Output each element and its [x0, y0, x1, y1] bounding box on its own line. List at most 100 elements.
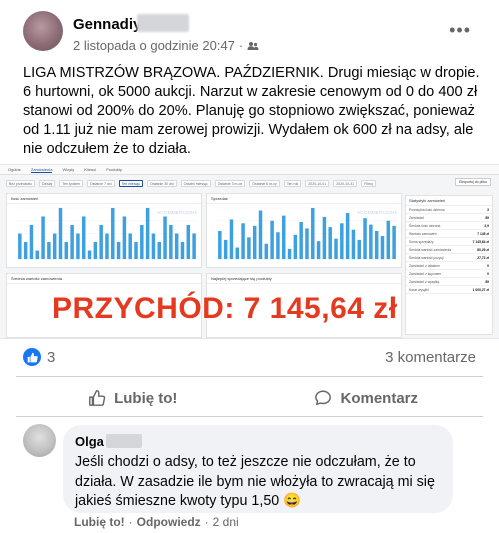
chart-bar	[151, 233, 156, 260]
stats-title: Statystyki zamówień	[406, 196, 492, 206]
chart-bar	[316, 241, 321, 260]
image-filter-pill: Dzisiaj	[38, 179, 56, 187]
chart-bar	[351, 229, 356, 260]
commenter-name[interactable]: Olga	[75, 434, 104, 449]
facebook-post: Gennadiy 2 listopada o godzinie 20:47 · …	[0, 0, 499, 533]
reaction-count: 3	[47, 348, 56, 366]
chart-bar	[105, 233, 109, 260]
stat-row: Średnia wartość pozycji 27,72 zł	[406, 254, 492, 262]
stat-value: 27,72 zł	[477, 255, 489, 260]
stats-panel: Statystyki zamówień Przeciętna ilość dzi…	[405, 195, 493, 335]
chart-bar	[29, 225, 34, 260]
chart-bar	[140, 225, 144, 260]
chart-bar	[64, 242, 69, 260]
chart-bar	[122, 216, 127, 260]
chart-watermark: eCOMMERCESHOP	[357, 210, 397, 216]
like-button[interactable]: Lubię to!	[16, 380, 250, 416]
post-meta: 2 listopada o godzinie 20:47 ·	[73, 38, 259, 53]
chart-bar	[264, 243, 269, 260]
reactions-summary[interactable]: 3	[23, 346, 55, 368]
chart-bar	[328, 227, 332, 260]
stat-value: 80,29 zł	[477, 247, 489, 252]
image-filter-pill: Ostatnie 3 m-ce	[214, 179, 246, 187]
chart-bar	[229, 219, 234, 260]
orders-panel: Ilość zamówień eCOMMERCESHOP	[6, 193, 204, 268]
image-filter-pill: Ostatnie 30 dni	[147, 179, 177, 187]
comment-reply-link[interactable]: Odpowiedz	[137, 515, 201, 529]
chart-bar	[192, 233, 196, 260]
chart-bar	[380, 236, 385, 260]
post-timestamp[interactable]: 2 listopada o godzinie 20:47	[73, 38, 235, 53]
author-avatar[interactable]	[23, 11, 63, 51]
chart-bar	[235, 247, 240, 260]
chart-bar	[252, 225, 257, 260]
chart-bar	[276, 232, 280, 260]
chart-bar	[70, 225, 74, 260]
stat-value: 2,9	[484, 223, 489, 228]
chart-bar	[58, 207, 63, 260]
comment-icon	[315, 390, 332, 406]
stat-row: Zamówień z rabatem 0	[406, 262, 492, 270]
image-filter-pill: Bez przedziału	[6, 179, 35, 187]
author-name[interactable]: Gennadiy	[73, 16, 141, 33]
like-button-label: Lubię to!	[114, 389, 178, 407]
comment-actions: Lubię to! · Odpowiedz · 2 dni	[74, 515, 239, 529]
comment-button[interactable]: Komentarz	[250, 380, 484, 416]
image-filter-pill: Ostatnie 6 m-cy	[249, 179, 280, 187]
more-options-icon[interactable]: •••	[449, 20, 471, 41]
stat-label: Zamówień z rabatem	[409, 263, 440, 268]
dot-separator: ·	[238, 38, 244, 53]
comment-like-link[interactable]: Lubię to!	[74, 515, 125, 529]
chart-bar	[93, 242, 98, 260]
chart-bar	[52, 233, 57, 260]
stat-value: 0	[487, 271, 489, 276]
comment-button-label: Komentarz	[340, 389, 418, 407]
stat-row: Zamówień z kuponem 0	[406, 270, 492, 278]
stat-value: 0	[487, 263, 489, 268]
chart-bar	[180, 242, 185, 260]
chart-bar	[386, 220, 391, 260]
chart-bar	[357, 239, 361, 260]
author-surname-redaction	[137, 14, 189, 32]
stat-label: Średnia ilość dzienna	[409, 223, 441, 228]
stat-value: 1 000,27 zł	[472, 287, 489, 292]
chart-bar	[35, 250, 40, 260]
friends-icon	[247, 41, 259, 50]
products-panel-title: Najlepiej sprzedające się produkty	[207, 274, 401, 284]
stat-label: Koszt wysyłki	[409, 287, 429, 292]
chart-bar	[369, 224, 373, 260]
stat-label: Zamówień	[409, 215, 425, 220]
image-filter-bar: Bez przedziału Dzisiaj Ten tydzień Ostatnie…	[0, 177, 499, 189]
sales-chart: eCOMMERCESHOP	[216, 207, 404, 260]
chart-bar	[23, 242, 28, 260]
comment-age[interactable]: 2 dni	[213, 515, 239, 529]
image-tab: Zamówienia	[30, 167, 53, 173]
image-tabs: Ogólne Zamówienia Wizyty Klienci Produkty	[8, 167, 122, 173]
stat-label: Przeciętna ilość dzienna	[409, 207, 445, 212]
comments-count-link[interactable]: 3 komentarze	[385, 349, 476, 366]
stat-row: Koszt wysyłki 1 000,27 zł	[406, 286, 492, 294]
commenter-avatar[interactable]	[23, 424, 56, 457]
chart-bar	[174, 233, 179, 260]
chart-watermark: eCOMMERCESHOP	[157, 210, 197, 216]
stat-row: Suma sprzedaży 7 145,64 zł	[406, 238, 492, 246]
sales-panel-title: Sprzedaż	[207, 194, 401, 204]
chart-bar	[374, 230, 379, 260]
dot-separator: ·	[128, 515, 133, 529]
stat-label: Zamówień z wysyłką	[409, 279, 440, 284]
chart-bar	[241, 223, 245, 260]
chart-bar	[363, 218, 367, 260]
image-filter-pill: Ostatnie 7 dni	[87, 179, 115, 187]
image-tab: Wizyty	[62, 167, 75, 172]
chart-bar	[281, 215, 286, 260]
orders-panel-title: Ilość zamówień	[7, 194, 201, 204]
chart-bar	[99, 225, 103, 260]
comment-bubble: Olga Jeśli chodzi o adsy, to też jeszcze…	[63, 425, 453, 513]
chart-bar	[116, 242, 121, 260]
divider-bottom	[16, 416, 483, 417]
chart-bar	[247, 237, 251, 260]
stat-value: 7 145,64 zł	[472, 239, 489, 244]
chart-bar	[145, 207, 150, 260]
stat-value: 3	[487, 207, 489, 212]
chart-bar	[305, 228, 309, 260]
